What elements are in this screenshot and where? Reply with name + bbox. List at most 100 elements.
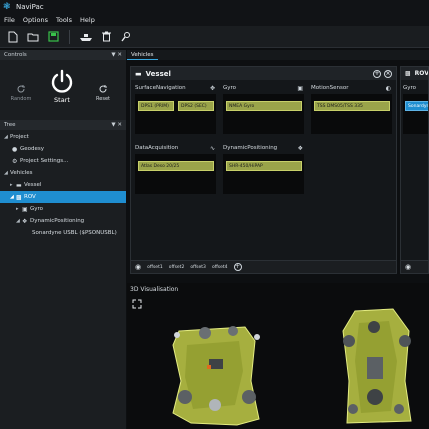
rov-card-label: Gyro: [403, 85, 417, 91]
reset-icon: [99, 85, 107, 93]
rov-icon: ▩: [16, 193, 22, 201]
satellite-icon[interactable]: ✥: [210, 85, 215, 92]
app-logo-icon: ❃: [3, 1, 11, 12]
random-button[interactable]: Random: [10, 84, 32, 102]
card-gyro: Gyro ▣ NMEA Gyro: [221, 85, 306, 137]
location-pin-icon: ◉: [405, 263, 412, 271]
boat-icon[interactable]: [79, 30, 93, 44]
random-label: Random: [10, 96, 32, 102]
tree-item-label: DynamicPositioning: [30, 218, 85, 224]
random-icon: [17, 85, 25, 93]
tree-item-label: Project Settings...: [20, 158, 69, 164]
card-motion-sensor: MotionSensor ◐ TSS DMS05/TSS 335: [309, 85, 394, 137]
card-label: DataAcquisition: [135, 145, 179, 151]
menu-file[interactable]: File: [4, 16, 15, 24]
menu-help[interactable]: Help: [80, 16, 95, 24]
signal-icon[interactable]: ❖: [298, 145, 303, 152]
motion-icon[interactable]: ◐: [386, 85, 391, 92]
card-surface-navigation: SurfaceNavigation ✥ DPS1 (PRIM) DPS2 (SE…: [133, 85, 218, 137]
tree-view: ◢ Project ● Geodesy ⚙ Project Settings..…: [0, 130, 126, 239]
card-data-acquisition: DataAcquisition ∿ Atlas Deso 20/25: [133, 145, 218, 197]
rov-icon: ▩: [405, 70, 411, 77]
sensor-item[interactable]: DPS1 (PRIM): [138, 101, 174, 111]
vessel-icon: ▬: [16, 181, 22, 189]
tree-header: Tree ▼ ✕: [0, 120, 126, 130]
tree-item-rov[interactable]: ◢ ▩ ROV: [0, 191, 126, 203]
tab-vehicles[interactable]: Vehicles: [127, 50, 158, 60]
left-panel: Controls ▼ ✕ Random Start Reset Tree ▼ ✕…: [0, 50, 126, 429]
visualisation-panel: 3D Visualisation: [127, 283, 429, 429]
card-label: MotionSensor: [311, 85, 349, 91]
sensor-item[interactable]: Atlas Deso 20/25: [138, 161, 214, 171]
save-icon[interactable]: [46, 30, 60, 44]
menu-options[interactable]: Options: [23, 16, 48, 24]
gyro-icon: ▣: [22, 205, 28, 213]
tree-item-gyro[interactable]: ▸ ▣ Gyro: [0, 203, 126, 215]
card-area: TSS DMS05/TSS 335: [311, 94, 392, 134]
controls-header: Controls ▼ ✕: [0, 50, 126, 60]
tree-title: Tree: [4, 122, 16, 128]
tree-item-project[interactable]: ◢ Project: [0, 131, 126, 143]
offset-item[interactable]: offset2: [169, 265, 185, 270]
menu-tools[interactable]: Tools: [56, 16, 72, 24]
reset-button[interactable]: Reset: [92, 84, 114, 102]
card-label: DynamicPositioning: [223, 145, 278, 151]
visualisation-title: 3D Visualisation: [130, 285, 179, 293]
rov-panel: ▩ ROV Gyro Sonardyne ◉: [400, 66, 429, 274]
sensor-item[interactable]: Sonardyne: [405, 101, 428, 111]
title-bar: ❃ NaviPac: [0, 0, 429, 14]
rov-model-right: [342, 308, 412, 424]
tree-item-label: Geodesy: [20, 146, 45, 152]
open-folder-icon[interactable]: [26, 30, 40, 44]
rov-3d-model[interactable]: [127, 301, 429, 429]
tree-item-label: ROV: [24, 194, 36, 200]
card-area: Atlas Deso 20/25: [135, 154, 216, 194]
start-label: Start: [54, 96, 70, 104]
tree-item-label: Project: [10, 134, 29, 140]
add-offset-icon[interactable]: +: [233, 263, 242, 271]
offset-item[interactable]: offset4: [212, 265, 228, 270]
gyro-icon[interactable]: ▣: [297, 85, 303, 92]
sensor-item[interactable]: NMEA Gyro: [226, 101, 302, 111]
vessel-header: ▬ Vessel + ×: [131, 67, 396, 80]
tree-item-vessel[interactable]: ▸ ▬ Vessel: [0, 179, 126, 191]
offset-item[interactable]: offset3: [190, 265, 206, 270]
card-label: SurfaceNavigation: [135, 85, 186, 91]
close-icon[interactable]: ×: [384, 69, 392, 78]
sensor-item[interactable]: TSS DMS05/TSS 335: [314, 101, 390, 111]
sensor-item[interactable]: DPS2 (SEC): [178, 101, 214, 111]
add-icon[interactable]: +: [373, 69, 381, 78]
menu-bar: File Options Tools Help: [0, 14, 429, 26]
waveform-icon[interactable]: ∿: [210, 145, 215, 152]
tree-pin-icon[interactable]: ▼ ✕: [111, 122, 122, 128]
reset-label: Reset: [96, 96, 110, 102]
rov-model-left: [172, 326, 260, 426]
new-file-icon[interactable]: [6, 30, 20, 44]
card-dynamic-positioning: DynamicPositioning ❖ SHR-450/HiPAP: [221, 145, 306, 197]
offset-item[interactable]: offset1: [147, 265, 163, 270]
tree-item-label: Vehicles: [10, 170, 33, 176]
tree-item-project-settings[interactable]: ⚙ Project Settings...: [0, 155, 126, 167]
tree-item-sonardyne[interactable]: Sonardyne USBL ($PSONUSBL): [0, 227, 126, 239]
controls-pin-icon[interactable]: ▼ ✕: [111, 52, 122, 58]
app-title: NaviPac: [16, 3, 44, 11]
trash-icon[interactable]: [99, 30, 113, 44]
tree-item-label: Gyro: [30, 206, 44, 212]
start-button[interactable]: Start: [48, 68, 76, 104]
tree-item-dynamic-positioning[interactable]: ◢ ❖ DynamicPositioning: [0, 215, 126, 227]
vessel-title: Vessel: [145, 69, 171, 78]
sensor-item[interactable]: SHR-450/HiPAP: [226, 161, 302, 171]
card-area: SHR-450/HiPAP: [223, 154, 304, 194]
controls-title: Controls: [4, 52, 27, 58]
tree-item-vehicles[interactable]: ◢ Vehicles: [0, 167, 126, 179]
vessel-panel: ▬ Vessel + × SurfaceNavigation ✥ DPS1 (P…: [130, 66, 397, 274]
power-icon: [51, 69, 73, 93]
card-label: Gyro: [223, 85, 237, 91]
controls-area: Random Start Reset: [0, 60, 126, 120]
tree-item-label: Vessel: [24, 182, 42, 188]
offsets-bar: ◉ offset1 offset2 offset3 offset4 +: [131, 260, 396, 273]
tools-icon[interactable]: [119, 30, 133, 44]
toolbar-divider: [69, 29, 70, 44]
tree-item-geodesy[interactable]: ● Geodesy: [0, 143, 126, 155]
location-pin-icon: ◉: [135, 263, 142, 271]
